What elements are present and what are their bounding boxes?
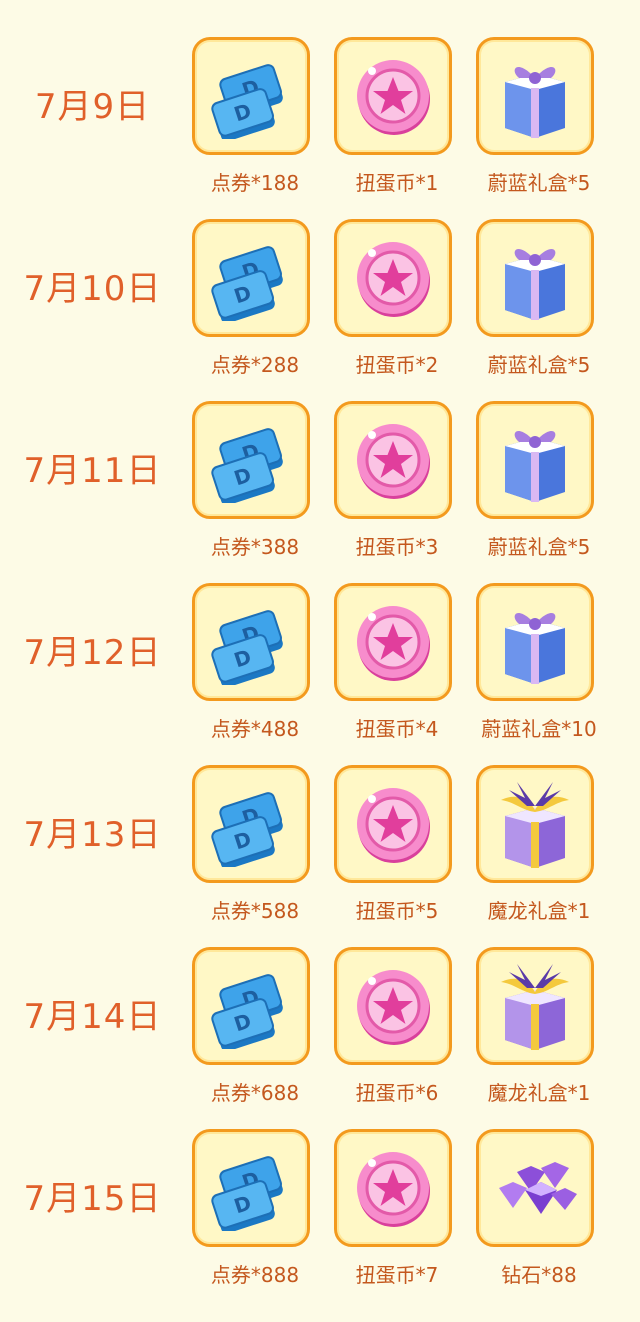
reward-tile[interactable] <box>334 765 452 883</box>
ticket-icon: DD <box>203 1145 299 1231</box>
reward-row: 7月10日 D D 点券*288 扭蛋币*2 蔚蓝礼盒*5 <box>0 219 640 401</box>
reward-item: 扭蛋币*3 <box>332 401 460 583</box>
gacha-coin-icon <box>350 599 436 685</box>
date-label: 7月10日 <box>23 269 162 309</box>
reward-label: 蔚蓝礼盒*10 <box>481 717 597 741</box>
date-label: 7月11日 <box>23 451 162 491</box>
ticket-icon: DD <box>203 417 299 503</box>
reward-tile[interactable]: DD <box>192 583 310 701</box>
reward-row: 7月13日 D D 点券*588 扭蛋币*5 魔龙礼盒*1 <box>0 765 640 947</box>
reward-tile[interactable]: DD <box>192 401 310 519</box>
reward-item: D D 点券*388 <box>190 401 318 583</box>
ticket-icon: DD <box>203 599 299 685</box>
gacha-coin-icon <box>350 235 436 321</box>
reward-item: 扭蛋币*4 <box>332 583 460 765</box>
gacha-coin-icon <box>350 53 436 139</box>
reward-item: 魔龙礼盒*1 <box>474 947 602 1129</box>
reward-tile[interactable] <box>476 1129 594 1247</box>
reward-item: D D 点券*288 <box>190 219 318 401</box>
date-label: 7月12日 <box>23 633 162 673</box>
reward-row: 7月9日 D D 点券*188 扭蛋币*1 蔚蓝礼盒*5 <box>0 37 640 219</box>
reward-tile[interactable] <box>476 947 594 1065</box>
reward-tile[interactable] <box>476 37 594 155</box>
reward-row: 7月12日 D D 点券*488 扭蛋币*4 蔚蓝礼盒*10 <box>0 583 640 765</box>
reward-tile[interactable]: DD <box>192 947 310 1065</box>
reward-row: 7月15日 D D 点券*888 扭蛋币*7 钻石*88 <box>0 1129 640 1311</box>
reward-label: 蔚蓝礼盒*5 <box>487 353 591 377</box>
date-label: 7月14日 <box>23 997 162 1037</box>
reward-tile[interactable]: DD <box>192 37 310 155</box>
reward-label: 蔚蓝礼盒*5 <box>487 171 591 195</box>
reward-item: 蔚蓝礼盒*5 <box>474 401 602 583</box>
reward-tile[interactable] <box>476 583 594 701</box>
reward-tile[interactable]: DD <box>192 219 310 337</box>
reward-tile[interactable] <box>476 219 594 337</box>
reward-item: 钻石*88 <box>474 1129 602 1311</box>
reward-tile[interactable] <box>334 37 452 155</box>
reward-item: 蔚蓝礼盒*10 <box>474 583 602 765</box>
reward-tile[interactable]: DD <box>192 1129 310 1247</box>
blue-gift-box-icon <box>487 230 583 326</box>
reward-item: 蔚蓝礼盒*5 <box>474 219 602 401</box>
blue-gift-box-icon <box>487 594 583 690</box>
reward-tile[interactable] <box>334 401 452 519</box>
reward-tile[interactable] <box>334 947 452 1065</box>
reward-item: 扭蛋币*7 <box>332 1129 460 1311</box>
date-label: 7月9日 <box>34 87 151 127</box>
date-label: 7月13日 <box>23 815 162 855</box>
blue-gift-box-icon <box>487 48 583 144</box>
ticket-icon: DD <box>203 235 299 321</box>
reward-item: D D 点券*488 <box>190 583 318 765</box>
reward-tile[interactable] <box>476 401 594 519</box>
ticket-icon: DD <box>203 781 299 867</box>
reward-label: 钻石*88 <box>501 1263 577 1287</box>
ticket-icon: DD <box>203 53 299 139</box>
reward-item: D D 点券*688 <box>190 947 318 1129</box>
reward-item: 魔龙礼盒*1 <box>474 765 602 947</box>
reward-schedule: 7月9日 D D 点券*188 扭蛋币*1 蔚蓝礼盒*5 7月10日 D D 点券*288 扭蛋币*… <box>0 0 640 1322</box>
gacha-coin-icon <box>350 781 436 867</box>
reward-tile[interactable] <box>334 219 452 337</box>
reward-row: 7月11日 D D 点券*388 扭蛋币*3 蔚蓝礼盒*5 <box>0 401 640 583</box>
dragon-gift-box-icon <box>487 776 583 872</box>
gacha-coin-icon <box>350 1145 436 1231</box>
date-label: 7月15日 <box>23 1179 162 1219</box>
reward-label: 魔龙礼盒*1 <box>487 899 591 923</box>
reward-item: 扭蛋币*1 <box>332 37 460 219</box>
gacha-coin-icon <box>350 417 436 503</box>
blue-gift-box-icon <box>487 412 583 508</box>
dragon-gift-box-icon <box>487 958 583 1054</box>
reward-label: 蔚蓝礼盒*5 <box>487 535 591 559</box>
gacha-coin-icon <box>350 963 436 1049</box>
reward-item: 扭蛋币*2 <box>332 219 460 401</box>
reward-tile[interactable] <box>334 583 452 701</box>
reward-tile[interactable] <box>476 765 594 883</box>
reward-row: 7月14日 D D 点券*688 扭蛋币*6 魔龙礼盒*1 <box>0 947 640 1129</box>
reward-tile[interactable]: DD <box>192 765 310 883</box>
reward-item: D D 点券*188 <box>190 37 318 219</box>
diamond-icon <box>487 1148 583 1228</box>
reward-item: 扭蛋币*5 <box>332 765 460 947</box>
reward-item: D D 点券*888 <box>190 1129 318 1311</box>
reward-item: D D 点券*588 <box>190 765 318 947</box>
reward-item: 蔚蓝礼盒*5 <box>474 37 602 219</box>
reward-tile[interactable] <box>334 1129 452 1247</box>
ticket-icon: DD <box>203 963 299 1049</box>
reward-label: 魔龙礼盒*1 <box>487 1081 591 1105</box>
reward-item: 扭蛋币*6 <box>332 947 460 1129</box>
